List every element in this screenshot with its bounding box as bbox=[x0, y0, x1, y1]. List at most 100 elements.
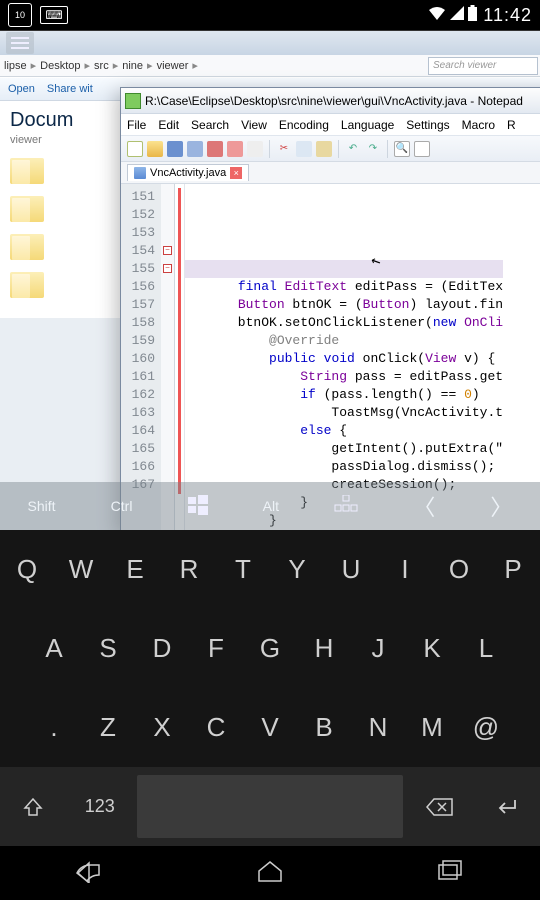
line-numbers: 1511521531541551561571581591601611621631… bbox=[121, 184, 161, 530]
save-icon bbox=[134, 167, 146, 179]
folder-icon[interactable] bbox=[10, 272, 44, 298]
undo-icon[interactable]: ↶ bbox=[345, 141, 361, 157]
tab-vncactivity[interactable]: VncActivity.java × bbox=[127, 164, 249, 181]
key-w[interactable]: W bbox=[54, 530, 108, 609]
android-status-bar: 10 11:42 bbox=[0, 0, 540, 30]
close-icon[interactable] bbox=[207, 141, 223, 157]
copy-icon[interactable] bbox=[296, 141, 312, 157]
key-d[interactable]: D bbox=[135, 609, 189, 688]
close-all-icon[interactable] bbox=[227, 141, 243, 157]
battery-icon bbox=[468, 5, 477, 26]
key-c[interactable]: C bbox=[189, 688, 243, 767]
key-y[interactable]: Y bbox=[270, 530, 324, 609]
key-h[interactable]: H bbox=[297, 609, 351, 688]
signal-icon bbox=[450, 6, 464, 25]
key-g[interactable]: G bbox=[243, 609, 297, 688]
backspace-icon[interactable] bbox=[407, 767, 474, 846]
key-p[interactable]: P bbox=[486, 530, 540, 609]
chevron-right-icon[interactable]: 〉 bbox=[480, 484, 522, 528]
notepadpp-window[interactable]: R:\Case\Eclipse\Desktop\src\nine\viewer\… bbox=[120, 87, 540, 530]
window-title: R:\Case\Eclipse\Desktop\src\nine\viewer\… bbox=[145, 94, 523, 108]
key-e[interactable]: E bbox=[108, 530, 162, 609]
save-icon[interactable] bbox=[167, 141, 183, 157]
open-button[interactable]: Open bbox=[8, 83, 35, 95]
key-a[interactable]: A bbox=[27, 609, 81, 688]
key-z[interactable]: Z bbox=[81, 688, 135, 767]
menu-file[interactable]: File bbox=[127, 118, 146, 132]
alt-key[interactable]: Alt bbox=[253, 492, 289, 520]
code-editor[interactable]: 1511521531541551561571581591601611621631… bbox=[121, 184, 540, 530]
menu-icon[interactable] bbox=[6, 32, 34, 54]
cut-icon[interactable]: ✂ bbox=[276, 141, 292, 157]
shift-key-icon[interactable] bbox=[0, 767, 67, 846]
replace-icon[interactable] bbox=[414, 141, 430, 157]
key-j[interactable]: J bbox=[351, 609, 405, 688]
app-icon bbox=[125, 93, 141, 109]
windows-key-icon[interactable] bbox=[178, 489, 218, 524]
home-icon[interactable] bbox=[255, 859, 285, 888]
key-@[interactable]: @ bbox=[459, 688, 513, 767]
clock: 11:42 bbox=[483, 5, 532, 26]
menu-bar[interactable]: File Edit Search View Encoding Language … bbox=[121, 114, 540, 136]
search-input[interactable]: Search viewer bbox=[428, 57, 538, 75]
spacebar[interactable] bbox=[137, 775, 403, 838]
key-n[interactable]: N bbox=[351, 688, 405, 767]
shift-key[interactable]: Shift bbox=[18, 492, 66, 520]
key-k[interactable]: K bbox=[405, 609, 459, 688]
menu-run[interactable]: R bbox=[507, 118, 516, 132]
modifier-key-bar[interactable]: Shift Ctrl Alt 〈 〉 bbox=[0, 482, 540, 530]
key-v[interactable]: V bbox=[243, 688, 297, 767]
folder-icon[interactable] bbox=[10, 234, 44, 260]
print-icon[interactable] bbox=[247, 141, 263, 157]
recent-icon[interactable] bbox=[435, 859, 465, 888]
key-b[interactable]: B bbox=[297, 688, 351, 767]
folder-icon[interactable] bbox=[10, 196, 44, 222]
arrows-icon[interactable] bbox=[324, 489, 368, 524]
back-icon[interactable] bbox=[75, 859, 105, 888]
android-nav-bar[interactable] bbox=[0, 846, 540, 900]
ctrl-key[interactable]: Ctrl bbox=[101, 492, 143, 520]
remote-desktop-viewport[interactable]: lipse▸ Desktop▸ src▸ nine▸ viewer▸ Searc… bbox=[0, 30, 540, 530]
redo-icon[interactable]: ↷ bbox=[365, 141, 381, 157]
menu-encoding[interactable]: Encoding bbox=[279, 118, 329, 132]
close-tab-icon[interactable]: × bbox=[230, 167, 242, 179]
folder-icon[interactable] bbox=[10, 158, 44, 184]
breadcrumb[interactable]: lipse▸ Desktop▸ src▸ nine▸ viewer▸ Searc… bbox=[0, 55, 540, 77]
toolbar[interactable]: ✂ ↶ ↷ 🔍 bbox=[121, 136, 540, 162]
tab-bar[interactable]: VncActivity.java × bbox=[121, 162, 540, 184]
chevron-left-icon[interactable]: 〈 bbox=[403, 484, 445, 528]
key-u[interactable]: U bbox=[324, 530, 378, 609]
key-q[interactable]: Q bbox=[0, 530, 54, 609]
key-x[interactable]: X bbox=[135, 688, 189, 767]
key-f[interactable]: F bbox=[189, 609, 243, 688]
menu-settings[interactable]: Settings bbox=[406, 118, 449, 132]
keyboard-icon bbox=[40, 6, 68, 24]
enter-icon[interactable] bbox=[474, 767, 540, 846]
paste-icon[interactable] bbox=[316, 141, 332, 157]
key-l[interactable]: L bbox=[459, 609, 513, 688]
key-s[interactable]: S bbox=[81, 609, 135, 688]
code-content[interactable]: ↖ View layout = inflater.inflate(R.l fin… bbox=[185, 184, 503, 530]
share-button[interactable]: Share wit bbox=[47, 83, 93, 95]
change-marker bbox=[175, 184, 185, 530]
key-.[interactable]: . bbox=[27, 688, 81, 767]
menu-view[interactable]: View bbox=[241, 118, 267, 132]
key-m[interactable]: M bbox=[405, 688, 459, 767]
window-titlebar[interactable]: R:\Case\Eclipse\Desktop\src\nine\viewer\… bbox=[121, 88, 540, 114]
menu-language[interactable]: Language bbox=[341, 118, 394, 132]
key-o[interactable]: O bbox=[432, 530, 486, 609]
wifi-icon bbox=[428, 6, 446, 25]
new-file-icon[interactable] bbox=[127, 141, 143, 157]
find-icon[interactable]: 🔍 bbox=[394, 141, 410, 157]
key-i[interactable]: I bbox=[378, 530, 432, 609]
save-all-icon[interactable] bbox=[187, 141, 203, 157]
soft-keyboard[interactable]: QWERTYUIOP ASDFGHJKL .ZXCVBNM@ 123 bbox=[0, 530, 540, 846]
key-r[interactable]: R bbox=[162, 530, 216, 609]
menu-search[interactable]: Search bbox=[191, 118, 229, 132]
key-t[interactable]: T bbox=[216, 530, 270, 609]
numeric-key[interactable]: 123 bbox=[67, 767, 134, 846]
menu-edit[interactable]: Edit bbox=[158, 118, 179, 132]
open-icon[interactable] bbox=[147, 141, 163, 157]
menu-macro[interactable]: Macro bbox=[462, 118, 495, 132]
fold-gutter[interactable]: − − bbox=[161, 184, 175, 530]
